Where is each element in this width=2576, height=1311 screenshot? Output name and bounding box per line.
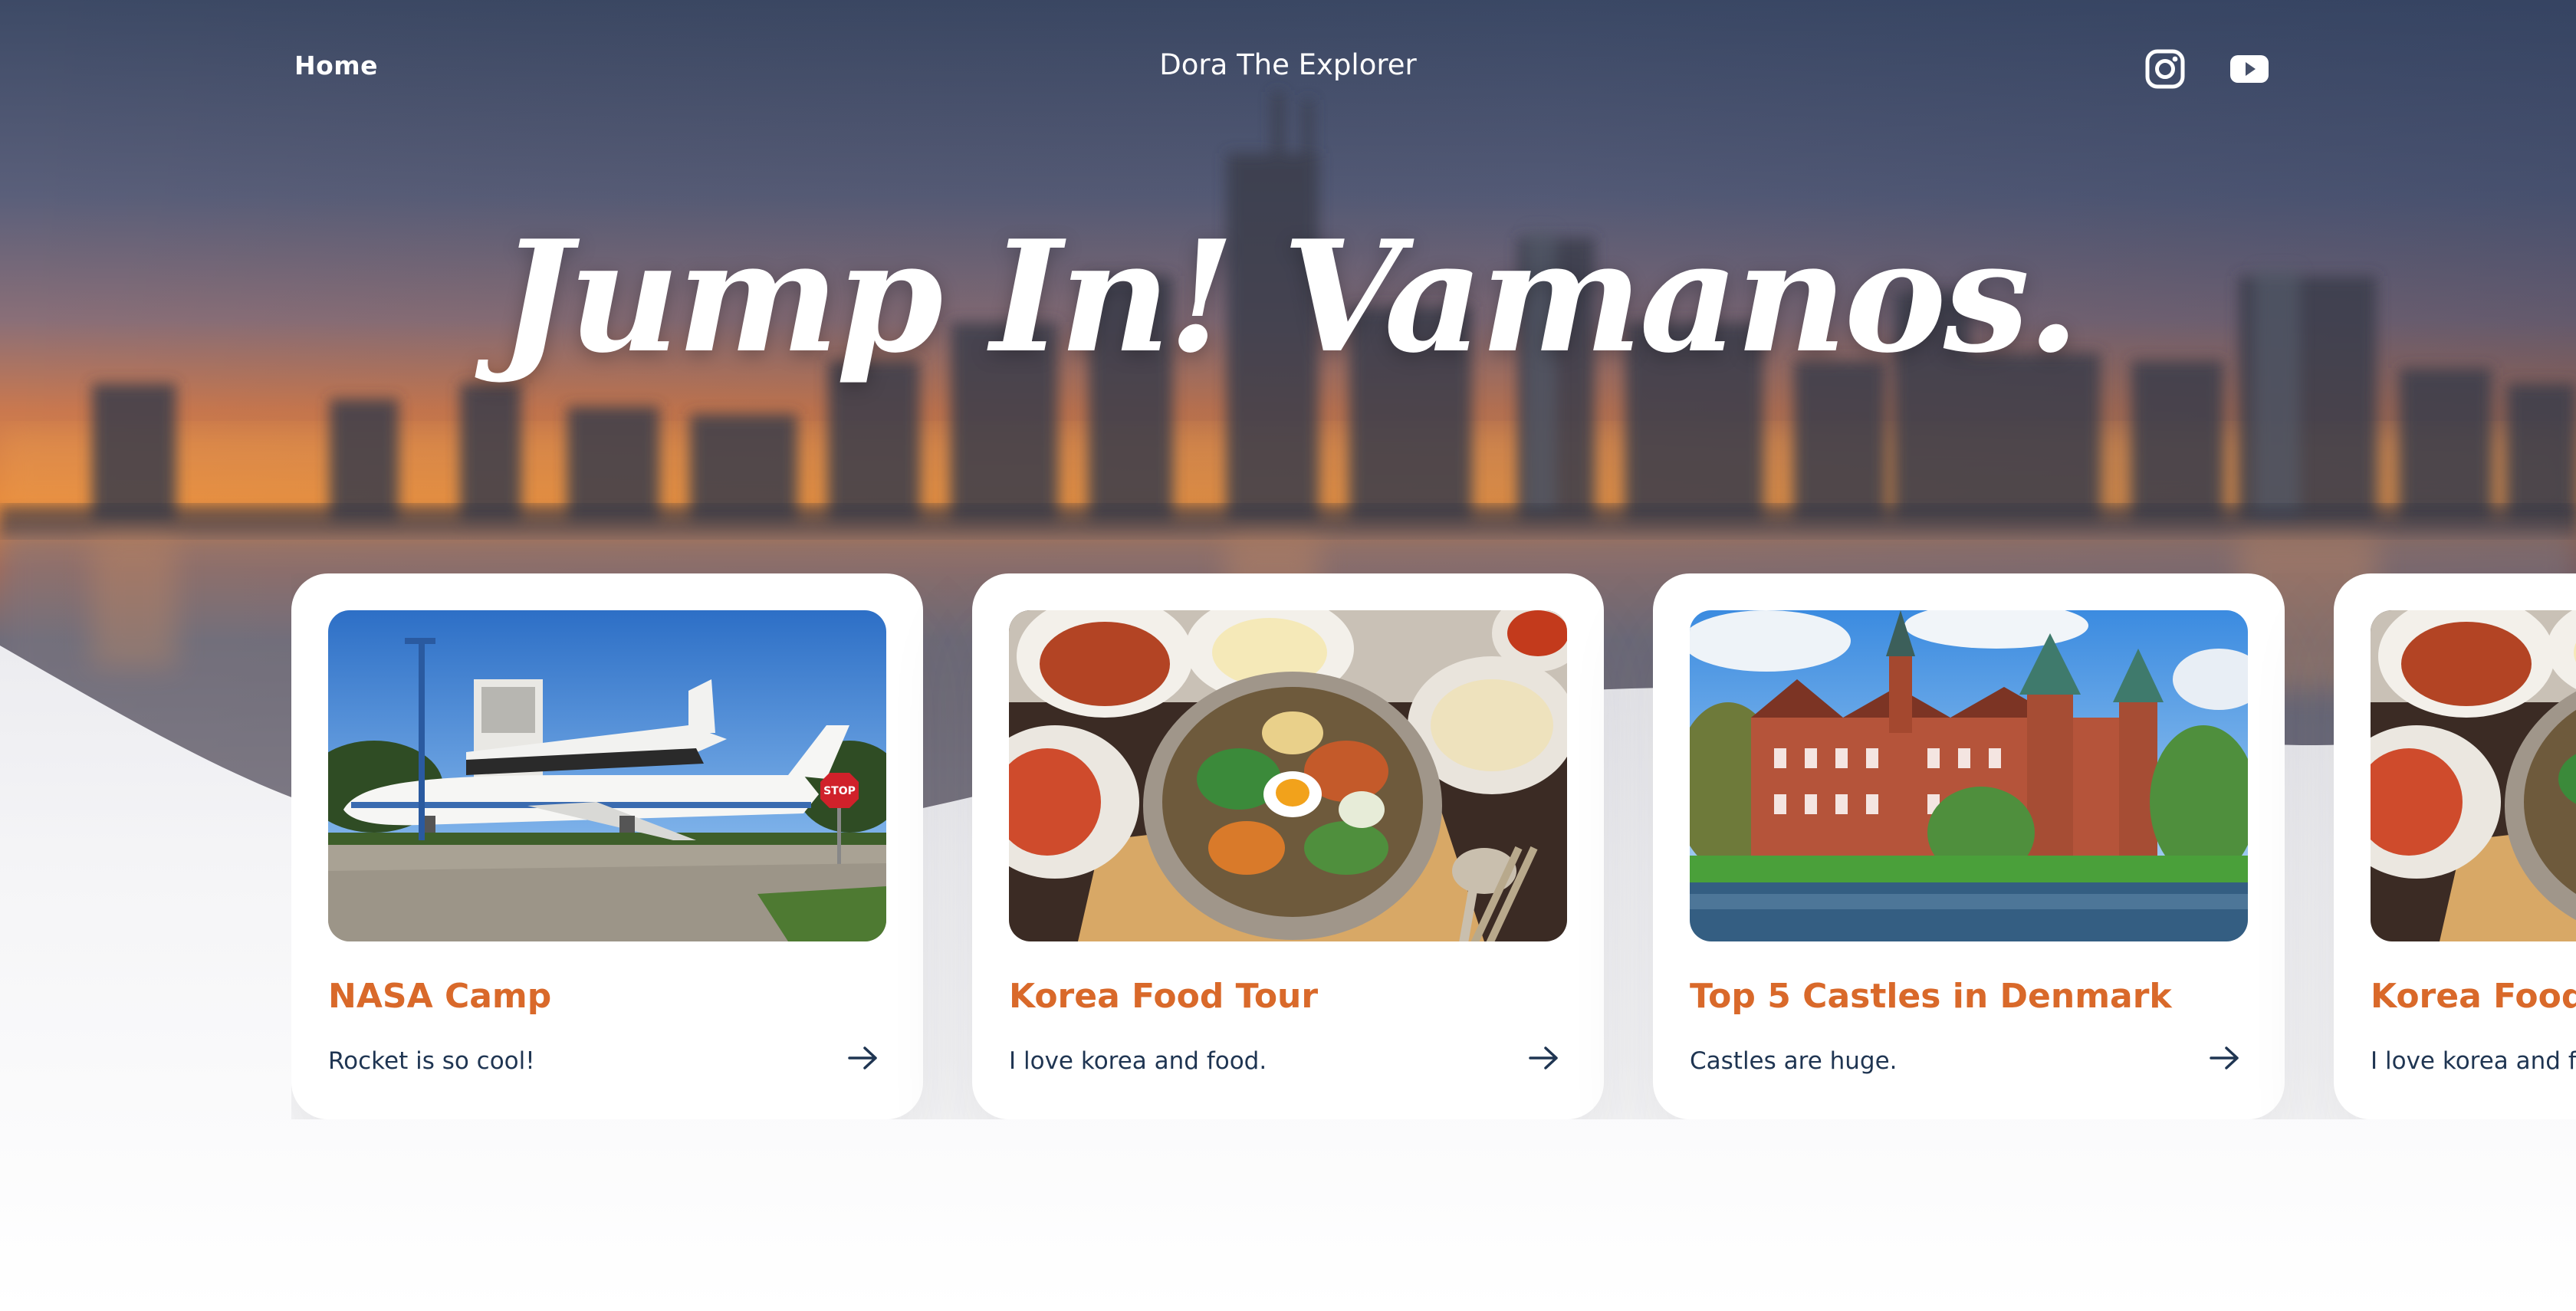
page: Home Dora The Explorer Jump In! Vamanos. (0, 0, 2576, 1311)
card-description: I love korea and food. (2371, 1047, 2576, 1075)
card-carousel[interactable]: STOP NASA Camp Rocket is so cool! Korea … (291, 573, 2576, 1119)
arrow-right-icon[interactable] (1527, 1043, 1561, 1073)
arrow-right-icon[interactable] (846, 1043, 880, 1073)
bibimbap-image (2371, 610, 2576, 941)
youtube-link[interactable] (2228, 48, 2271, 90)
card-image (1690, 610, 2248, 941)
card-description: I love korea and food. (1009, 1047, 1267, 1075)
card-title[interactable]: NASA Camp (328, 977, 551, 1016)
card-korea-food-tour-2[interactable]: Korea Food Tour I love korea and food. (2334, 573, 2576, 1119)
card-title[interactable]: Korea Food Tour (2371, 977, 2576, 1016)
card-title[interactable]: Korea Food Tour (1009, 977, 1318, 1016)
card-castles-denmark[interactable]: Top 5 Castles in Denmark Castles are hug… (1653, 573, 2285, 1119)
card-nasa-camp[interactable]: STOP NASA Camp Rocket is so cool! (291, 573, 923, 1119)
nav-home-link[interactable]: Home (294, 51, 378, 80)
card-image (2371, 610, 2576, 941)
site-brand[interactable]: Dora The Explorer (1058, 48, 1518, 81)
svg-text:STOP: STOP (823, 785, 856, 797)
space-shuttle-image: STOP (328, 610, 886, 941)
card-title[interactable]: Top 5 Castles in Denmark (1690, 977, 2172, 1016)
card-korea-food-tour[interactable]: Korea Food Tour I love korea and food. (972, 573, 1604, 1119)
card-description: Rocket is so cool! (328, 1047, 535, 1075)
instagram-icon (2145, 49, 2185, 89)
bibimbap-image (1009, 610, 1567, 941)
arrow-right-icon[interactable] (2208, 1043, 2242, 1073)
card-image: STOP (328, 610, 886, 941)
card-description: Castles are huge. (1690, 1047, 1898, 1075)
hero-title: Jump In! Vamanos. (498, 207, 2080, 387)
youtube-icon (2230, 55, 2269, 83)
castle-image (1690, 610, 2248, 941)
instagram-link[interactable] (2144, 48, 2187, 90)
card-image (1009, 610, 1567, 941)
